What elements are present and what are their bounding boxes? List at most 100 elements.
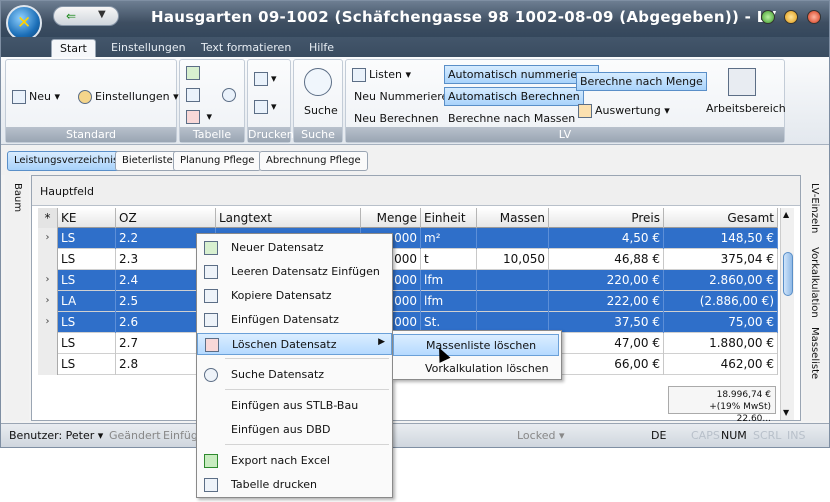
status-user[interactable]: Benutzer: Peter ▾ bbox=[9, 429, 103, 442]
column-header-oz[interactable]: OZ bbox=[116, 208, 216, 228]
submenu-item-massenliste-loeschen[interactable]: Massenliste löschen bbox=[393, 334, 559, 356]
cell-preis[interactable]: 222,00 € bbox=[549, 291, 664, 312]
cell-preis[interactable]: 4,50 € bbox=[549, 228, 664, 249]
column-header-menge[interactable]: Menge bbox=[361, 208, 421, 228]
cell-ke[interactable]: LS bbox=[58, 228, 116, 249]
suche-label[interactable]: Suche bbox=[304, 104, 338, 117]
cell-gesamt[interactable]: 462,00 € bbox=[664, 354, 778, 375]
print-button[interactable]: ▾ bbox=[254, 72, 277, 86]
status-locked[interactable]: Locked ▾ bbox=[517, 429, 564, 442]
back-arrow-icon[interactable]: ⇐ bbox=[66, 9, 76, 23]
cell-preis[interactable]: 47,00 € bbox=[549, 333, 664, 354]
cell-gesamt[interactable]: 375,04 € bbox=[664, 249, 778, 270]
print-preview-button[interactable]: ▾ bbox=[254, 100, 277, 114]
cell-ke[interactable]: LA bbox=[58, 291, 116, 312]
cell-massen[interactable] bbox=[477, 228, 549, 249]
maximize-button[interactable] bbox=[784, 10, 798, 24]
cell-einheit[interactable]: lfm bbox=[421, 270, 477, 291]
cell-einheit[interactable]: m² bbox=[421, 228, 477, 249]
menu-item-kopiere-datensatz[interactable]: Kopiere Datensatz bbox=[197, 285, 392, 307]
row-marker[interactable]: › bbox=[38, 312, 58, 333]
panel-tab-masseliste[interactable]: Masseliste bbox=[809, 327, 820, 379]
row-marker[interactable] bbox=[38, 249, 58, 270]
cell-gesamt[interactable]: 1.880,00 € bbox=[664, 333, 778, 354]
insert-row-button[interactable] bbox=[186, 88, 203, 102]
menu-item-suche-datensatz[interactable]: Suche Datensatz bbox=[197, 364, 392, 386]
vertical-scrollbar[interactable]: ▲ ▼ bbox=[780, 208, 794, 420]
tab-text-formatieren[interactable]: Text formatieren bbox=[193, 39, 299, 57]
cell-massen[interactable] bbox=[477, 291, 549, 312]
menu-item-stlb-bau[interactable]: Einfügen aus STLB-Bau bbox=[197, 395, 392, 417]
tab-einstellungen[interactable]: Einstellungen bbox=[103, 39, 194, 57]
dropdown-icon[interactable]: ▼ bbox=[98, 9, 106, 20]
auto-berechnen-toggle[interactable]: Automatisch Berechnen bbox=[444, 87, 584, 106]
neu-nummerieren-button[interactable]: Neu Nummerieren bbox=[354, 90, 455, 103]
cell-ke[interactable]: LS bbox=[58, 312, 116, 333]
tab-hilfe[interactable]: Hilfe bbox=[301, 39, 342, 57]
table-row[interactable]: LS 2.3 8,000 t 10,050 46,88 €375,04 € bbox=[38, 249, 778, 270]
find-row-button[interactable] bbox=[222, 88, 239, 102]
delete-row-button[interactable]: ▾ bbox=[186, 110, 212, 124]
cell-gesamt[interactable]: 2.860,00 € bbox=[664, 270, 778, 291]
cell-preis[interactable]: 66,00 € bbox=[549, 354, 664, 375]
cell-ke[interactable]: LS bbox=[58, 270, 116, 291]
doc-tab-leistungsverzeichnis[interactable]: Leistungsverzeichnis bbox=[7, 151, 126, 171]
menu-item-export-excel[interactable]: Export nach Excel bbox=[197, 450, 392, 472]
panel-tab-vorkalkulation[interactable]: Vorkalkulation bbox=[809, 247, 820, 318]
doc-tab-planung-pflege[interactable]: Planung Pflege bbox=[173, 151, 262, 171]
auswertung-button[interactable]: Auswertung ▾ bbox=[578, 104, 670, 118]
menu-item-einfuegen-datensatz[interactable]: Einfügen Datensatz bbox=[197, 309, 392, 331]
application-menu-button[interactable]: ✕ bbox=[6, 5, 42, 41]
lv-table[interactable]: * KE OZ Langtext Menge Einheit Massen Pr… bbox=[38, 208, 794, 424]
column-header-massen[interactable]: Massen bbox=[477, 208, 549, 228]
tab-start[interactable]: Start bbox=[51, 39, 96, 57]
berechne-massen-button[interactable]: Berechne nach Massen bbox=[448, 112, 575, 125]
cell-ke[interactable]: LS bbox=[58, 354, 116, 375]
cell-ke[interactable]: LS bbox=[58, 249, 116, 270]
einstellungen-button[interactable]: Einstellungen ▾ bbox=[78, 90, 179, 104]
minimize-button[interactable] bbox=[761, 10, 775, 24]
submenu-item-vorkalkulation-loeschen[interactable]: Vorkalkulation löschen bbox=[393, 358, 559, 380]
cell-gesamt[interactable]: (2.886,00 €) bbox=[664, 291, 778, 312]
row-marker[interactable]: › bbox=[38, 228, 58, 249]
cell-preis[interactable]: 220,00 € bbox=[549, 270, 664, 291]
menu-item-loeschen-datensatz[interactable]: Löschen Datensatz ▶ bbox=[197, 333, 392, 355]
table-row[interactable]: › LS 2.2 33,000 m² 4,50 €148,50 € bbox=[38, 228, 778, 249]
row-marker[interactable] bbox=[38, 354, 58, 375]
doc-tab-abrechnung-pflege[interactable]: Abrechnung Pflege bbox=[259, 151, 368, 171]
row-marker[interactable]: › bbox=[38, 270, 58, 291]
cell-preis[interactable]: 46,88 € bbox=[549, 249, 664, 270]
cell-einheit[interactable]: lfm bbox=[421, 291, 477, 312]
search-large-button[interactable] bbox=[304, 68, 335, 96]
cell-einheit[interactable]: t bbox=[421, 249, 477, 270]
panel-tab-lv-einzeln[interactable]: LV-Einzeln bbox=[809, 183, 820, 233]
cell-ke[interactable]: LS bbox=[58, 333, 116, 354]
arbeitsbereich-button[interactable]: Arbeitsbereich bbox=[706, 102, 786, 115]
row-marker[interactable] bbox=[38, 333, 58, 354]
column-header-ke[interactable]: KE bbox=[58, 208, 116, 228]
menu-item-leeren-datensatz[interactable]: Leeren Datensatz Einfügen bbox=[197, 261, 392, 283]
doc-tab-bieterliste[interactable]: Bieterliste bbox=[115, 151, 180, 171]
column-header-gesamt[interactable]: Gesamt bbox=[664, 208, 778, 228]
neu-berechnen-button[interactable]: Neu Berechnen bbox=[354, 112, 439, 125]
cell-preis[interactable]: 37,50 € bbox=[549, 312, 664, 333]
berechne-menge-toggle[interactable]: Berechne nach Menge bbox=[576, 72, 707, 91]
listen-button[interactable]: Listen ▾ bbox=[352, 68, 411, 82]
quick-access-toolbar[interactable]: ⇐ ▼ bbox=[53, 6, 119, 26]
row-marker[interactable]: › bbox=[38, 291, 58, 312]
scroll-up-icon[interactable]: ▲ bbox=[783, 210, 789, 219]
neu-button[interactable]: Neu ▾ bbox=[12, 90, 60, 104]
menu-item-tabelle-drucken[interactable]: Tabelle drucken bbox=[197, 474, 392, 496]
arbeitsbereich-large-icon-wrap[interactable] bbox=[728, 68, 759, 96]
table-row[interactable]: › LA 2.5 13,000 lfm 222,00 € (2.886,00 €) bbox=[38, 291, 778, 312]
column-header-preis[interactable]: Preis bbox=[549, 208, 664, 228]
cell-gesamt[interactable]: 148,50 € bbox=[664, 228, 778, 249]
table-row[interactable]: › LS 2.4 13,000 lfm 220,00 €2.860,00 € bbox=[38, 270, 778, 291]
cell-gesamt[interactable]: 75,00 € bbox=[664, 312, 778, 333]
scroll-down-icon[interactable]: ▼ bbox=[783, 408, 789, 417]
menu-item-neuer-datensatz[interactable]: Neuer Datensatz bbox=[197, 237, 392, 259]
close-button[interactable] bbox=[807, 10, 821, 24]
cell-massen[interactable] bbox=[477, 270, 549, 291]
menu-item-dbd[interactable]: Einfügen aus DBD bbox=[197, 419, 392, 441]
add-row-button[interactable] bbox=[186, 66, 203, 80]
